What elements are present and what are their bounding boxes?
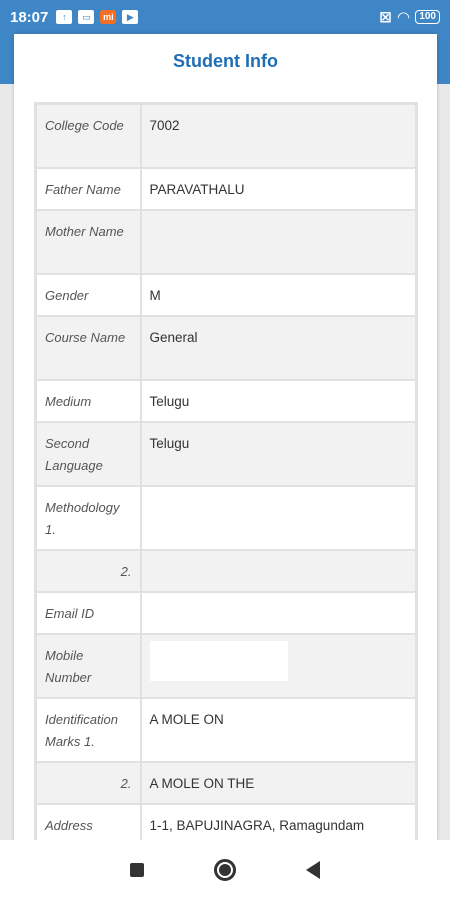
upload-icon: ↑ <box>56 10 73 24</box>
row-label-college-code: College Code <box>34 102 142 169</box>
mobile-number-redacted <box>149 640 288 681</box>
row-value-medium: Telugu <box>139 378 418 423</box>
row-label-mother-name: Mother Name <box>34 208 142 275</box>
table-row: Mobile Number <box>34 632 418 699</box>
row-value-father-name: PARAVATHALU <box>139 166 418 211</box>
row-value-mobile-number <box>139 632 418 699</box>
no-sim-icon: ⊠ <box>379 9 392 26</box>
row-value-identification-marks-1: A MOLE ON <box>139 696 418 763</box>
student-info-table: College Code 7002 Father Name PARAVATHAL… <box>34 102 418 840</box>
table-row: Course Name General <box>34 314 418 381</box>
table-row: Second Language Telugu <box>34 420 418 487</box>
table-row: Gender M <box>34 272 418 317</box>
home-icon <box>219 864 231 876</box>
wifi-icon: ◠ <box>397 9 410 26</box>
row-label-email-id: Email ID <box>34 590 142 635</box>
table-row: Methodology 1. <box>34 484 418 551</box>
row-value-address: 1-1, BAPUJINAGRA, Ramagundam (Urban), Ka… <box>139 802 418 840</box>
table-row: Medium Telugu <box>34 378 418 423</box>
table-row: 2. A MOLE ON THE <box>34 760 418 805</box>
home-button[interactable] <box>214 859 236 881</box>
row-label-identification-marks-2: 2. <box>34 760 142 805</box>
row-value-gender: M <box>139 272 418 317</box>
status-time: 18:07 <box>10 8 49 26</box>
row-value-methodology-1 <box>139 484 418 551</box>
row-label-methodology-1: Methodology 1. <box>34 484 142 551</box>
row-value-methodology-2 <box>139 548 418 593</box>
row-value-email-id <box>139 590 418 635</box>
row-label-medium: Medium <box>34 378 142 423</box>
row-value-mother-name <box>139 208 418 275</box>
recents-button[interactable] <box>130 863 144 877</box>
row-label-father-name: Father Name <box>34 166 142 211</box>
row-value-second-language: Telugu <box>139 420 418 487</box>
screen-icon: ▭ <box>78 10 95 24</box>
row-label-methodology-2: 2. <box>34 548 142 593</box>
row-value-identification-marks-2: A MOLE ON THE <box>139 760 418 805</box>
row-value-college-code: 7002 <box>139 102 418 169</box>
mi-icon: mi <box>100 10 117 24</box>
row-label-course-name: Course Name <box>34 314 142 381</box>
table-row: College Code 7002 <box>34 102 418 169</box>
battery-icon: 100 <box>415 10 440 24</box>
table-row: Father Name PARAVATHALU <box>34 166 418 211</box>
table-row: Identification Marks 1. A MOLE ON <box>34 696 418 763</box>
table-row: Address 1-1, BAPUJINAGRA, Ramagundam (Ur… <box>34 802 418 840</box>
status-bar: 18:07 ↑ ▭ mi ▶ ⊠ ◠ 100 <box>0 0 450 34</box>
table-row: Email ID <box>34 590 418 635</box>
student-info-dialog: Student Info College Code 7002 Father Na… <box>14 34 437 840</box>
dialog-title: Student Info <box>173 51 278 71</box>
youtube-icon: ▶ <box>122 10 139 24</box>
row-label-mobile-number: Mobile Number <box>34 632 142 699</box>
table-row: Mother Name <box>34 208 418 275</box>
navigation-bar <box>0 840 450 900</box>
row-value-course-name: General <box>139 314 418 381</box>
back-button[interactable] <box>306 861 320 879</box>
row-label-identification-marks-1: Identification Marks 1. <box>34 696 142 763</box>
row-label-gender: Gender <box>34 272 142 317</box>
table-row: 2. <box>34 548 418 593</box>
row-label-address: Address <box>34 802 142 840</box>
row-label-second-language: Second Language <box>34 420 142 487</box>
